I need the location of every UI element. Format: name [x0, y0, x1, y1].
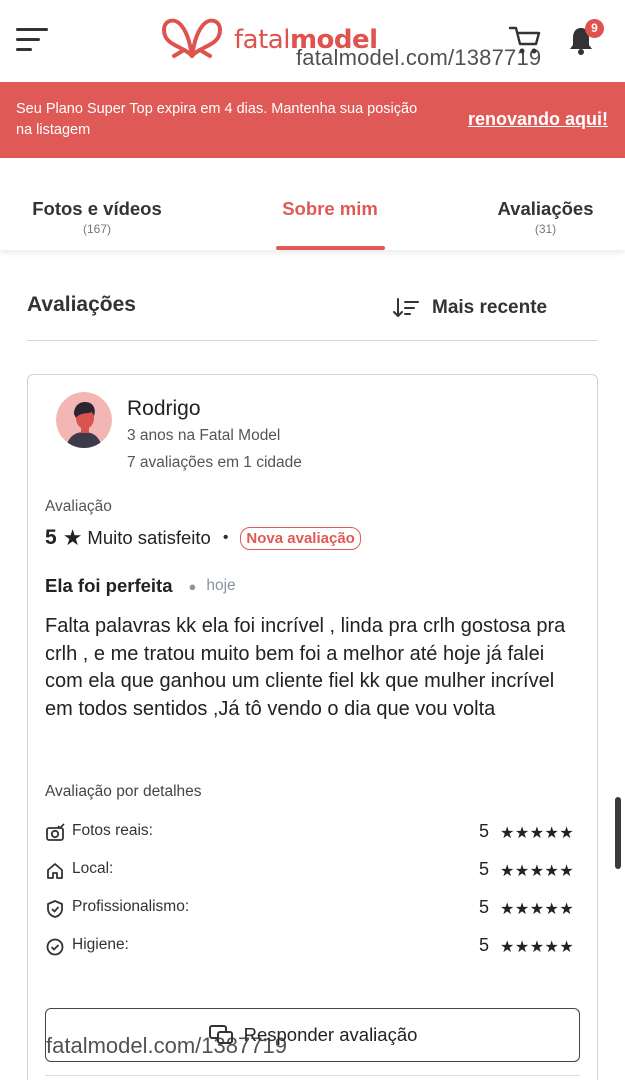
shield-check-icon	[47, 900, 63, 918]
watermark-text: fatalmodel.com/1387719	[46, 1033, 287, 1058]
detail-label: Fotos reais:	[72, 822, 153, 839]
detail-row-photos: Fotos reais: 5 ★★★★★	[45, 821, 580, 847]
tab-photos-videos[interactable]: Fotos e vídeos (167)	[22, 198, 172, 236]
rating-text: Muito satisfeito	[87, 527, 211, 548]
detail-score: 5	[479, 821, 490, 841]
section-divider	[27, 340, 598, 341]
separator-dot: •	[222, 529, 229, 546]
notification-count-badge: 9	[585, 19, 604, 38]
detail-row-professionalism: Profissionalismo: 5 ★★★★★	[45, 897, 580, 923]
hamburger-menu-icon[interactable]	[16, 28, 48, 54]
check-circle-icon	[46, 938, 64, 956]
watermark-text: fatalmodel.com/1387719	[296, 45, 542, 70]
detail-row-location: Local: 5 ★★★★★	[45, 859, 580, 885]
detail-stars: ★★★★★	[500, 825, 575, 842]
detail-label: Local:	[72, 860, 114, 877]
detail-stars: ★★★★★	[500, 863, 575, 880]
detail-label: Profissionalismo:	[72, 898, 190, 915]
butterfly-logo-icon	[162, 18, 222, 58]
rating-label: Avaliação	[45, 498, 112, 515]
tab-about-me[interactable]: Sobre mim	[265, 198, 395, 220]
reviewer-name[interactable]: Rodrigo	[127, 397, 201, 421]
details-label: Avaliação por detalhes	[45, 783, 202, 800]
detail-score: 5	[479, 859, 490, 879]
detail-score: 5	[479, 935, 490, 955]
detail-score: 5	[479, 897, 490, 917]
reviewer-review-count: 7 avaliações em 1 cidade	[127, 454, 302, 471]
camera-check-icon	[46, 823, 65, 841]
profile-tabs: Fotos e vídeos (167) Sobre mim Avaliaçõe…	[0, 158, 625, 250]
active-tab-indicator	[276, 246, 385, 250]
tab-count: (167)	[82, 222, 111, 236]
detail-stars: ★★★★★	[500, 939, 575, 956]
star-icon: ★	[62, 525, 83, 550]
home-icon	[47, 863, 63, 879]
scrollbar[interactable]	[615, 797, 621, 869]
review-body: Falta palavras kk ela foi incrível , lin…	[45, 615, 566, 720]
section-title: Avaliações	[27, 293, 136, 316]
sort-label: Mais recente	[432, 297, 548, 318]
review-date: hoje	[206, 577, 236, 594]
detail-label: Higiene:	[72, 936, 129, 953]
tab-label: Sobre mim	[282, 198, 378, 219]
plan-expiry-banner: Seu Plano Super Top expira em 4 dias. Ma…	[0, 82, 625, 158]
review-title: Ela foi perfeita	[45, 575, 173, 596]
banner-message: Seu Plano Super Top expira em 4 dias. Ma…	[16, 101, 418, 138]
detail-row-hygiene: Higiene: 5 ★★★★★	[45, 935, 580, 961]
new-review-badge: Nova avaliação	[240, 526, 361, 550]
tab-reviews[interactable]: Avaliações (31)	[478, 198, 613, 236]
rating-summary: 5 ★ Muito satisfeito • Nova avaliação	[45, 525, 361, 551]
renew-link[interactable]: renovando aqui!	[468, 109, 608, 130]
separator-dot: ●	[188, 578, 197, 594]
review-card: Rodrigo 3 anos na Fatal Model 7 avaliaçõ…	[27, 374, 598, 1080]
rating-value: 5	[45, 526, 57, 549]
sort-icon	[393, 298, 419, 317]
detail-stars: ★★★★★	[500, 901, 575, 918]
reviewer-membership: 3 anos na Fatal Model	[127, 427, 281, 444]
card-divider	[45, 1075, 580, 1076]
tab-count: (31)	[534, 222, 557, 236]
sort-button[interactable]: Mais recente	[392, 294, 547, 322]
tab-label: Avaliações	[497, 198, 594, 219]
avatar	[56, 392, 112, 448]
review-title-row: Ela foi perfeita ● hoje	[45, 575, 236, 597]
tab-label: Fotos e vídeos	[32, 198, 162, 219]
